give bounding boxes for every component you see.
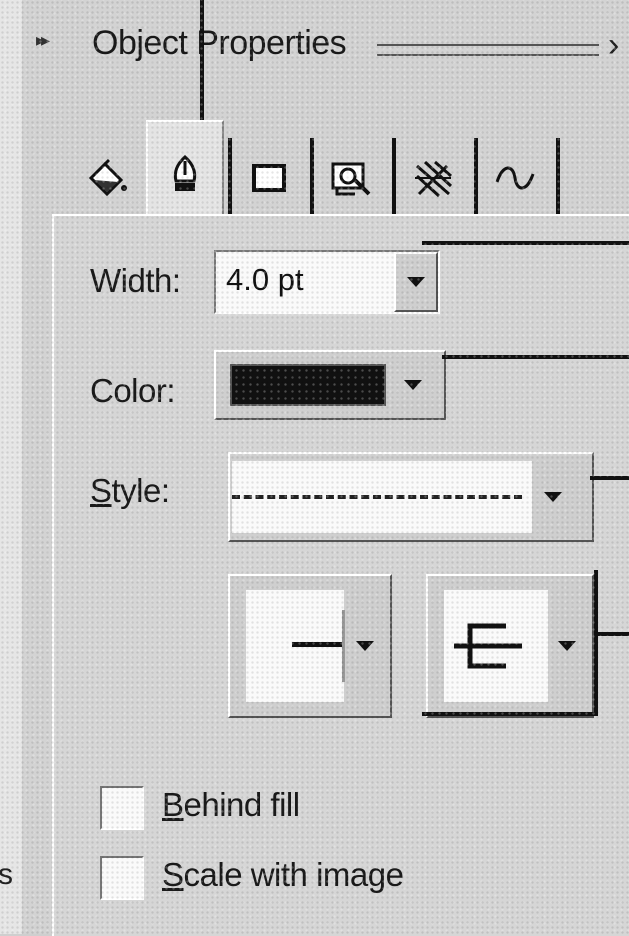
title-grip [377,44,599,56]
pen-nib-icon [173,154,197,191]
page-margin [0,0,22,934]
margin-text: s [0,858,13,891]
rectangle-icon [252,163,286,192]
callout-line-width [422,241,629,245]
panel-title: Object Properties [92,24,347,62]
width-label: Width: [90,262,181,299]
callout-line-arrowheads-bottom [422,712,598,716]
tab-outline[interactable] [146,120,224,217]
behind-fill-checkbox[interactable] [100,786,144,830]
chevron-down-icon [404,380,422,390]
property-tabs [70,120,590,217]
tab-curve[interactable] [478,140,552,215]
behind-fill-label[interactable]: Behind fill [162,786,300,824]
tab-effects[interactable] [396,140,470,215]
chevron-right-icon[interactable]: › [608,28,619,62]
scale-with-image-checkbox[interactable] [100,856,144,900]
chevron-down-icon [558,641,576,651]
end-arrowhead-preview [444,590,548,702]
end-arrowhead-dropdown[interactable] [426,574,594,718]
chevron-down-icon [356,641,374,651]
curve-icon [495,166,535,189]
line-end-icon [292,642,344,647]
start-arrowhead-preview [246,590,345,702]
line-style-dropdown[interactable] [228,452,594,542]
tab-divider [556,138,560,216]
object-properties-panel: ▸▸ Object Properties › Width: 4.0 pt Col… [22,0,629,936]
scale-with-image-label[interactable]: Scale with image [162,856,404,894]
color-label: Color: [90,372,176,409]
callout-line-arrowheads [594,570,598,716]
panel-title-bar: ▸▸ Object Properties › [22,0,629,98]
callout-line-arrowheads-right [598,632,629,636]
hatch-icon [415,160,453,197]
width-dropdown[interactable]: 4.0 pt [214,250,440,314]
dashed-line-sample [232,495,522,499]
paint-bucket-icon [88,158,127,196]
tab-rectangle[interactable] [232,140,306,215]
start-arrowhead-dropdown[interactable] [228,574,392,718]
style-label: Style: [90,472,170,509]
outline-properties-sheet: Width: 4.0 pt Color: Style: Behind fill … [52,214,629,936]
width-value: 4.0 pt [226,262,304,297]
tab-fill[interactable] [70,140,144,215]
line-style-preview [232,461,532,533]
color-swatch [230,364,386,406]
tab-bitmap[interactable] [314,140,388,215]
callout-line-style [590,476,629,480]
callout-line-tab [200,0,204,140]
bitmap-icon [331,162,371,195]
double-chevron-right-icon[interactable]: ▸▸ [36,30,50,51]
trident-arrow-icon [454,623,522,669]
chevron-down-icon [544,492,562,502]
color-picker-button[interactable] [214,350,446,420]
chevron-down-icon [407,277,425,287]
width-dropdown-button[interactable] [394,252,438,312]
callout-line-color [442,355,629,359]
